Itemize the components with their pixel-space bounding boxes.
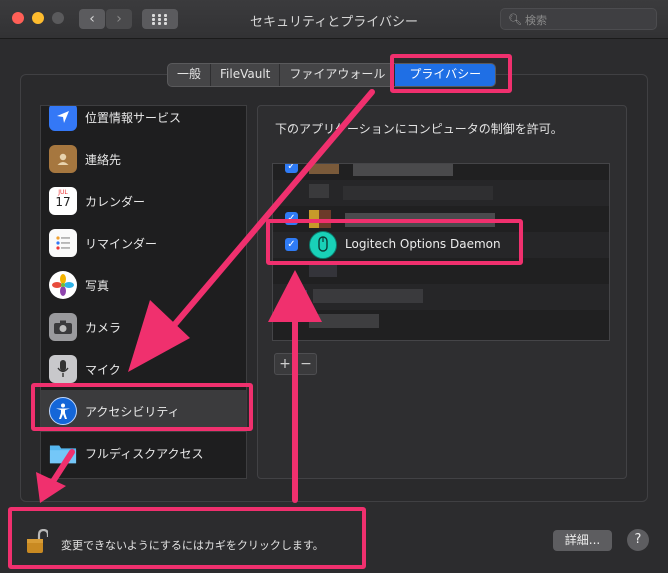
annotation-arrows: [36, 89, 375, 503]
arrow-to-accessibility: [167, 89, 375, 333]
arrow-head: [36, 472, 66, 503]
arrow-head: [268, 270, 322, 322]
arrow-head: [128, 300, 190, 372]
arrow-to-lock: [49, 449, 75, 486]
